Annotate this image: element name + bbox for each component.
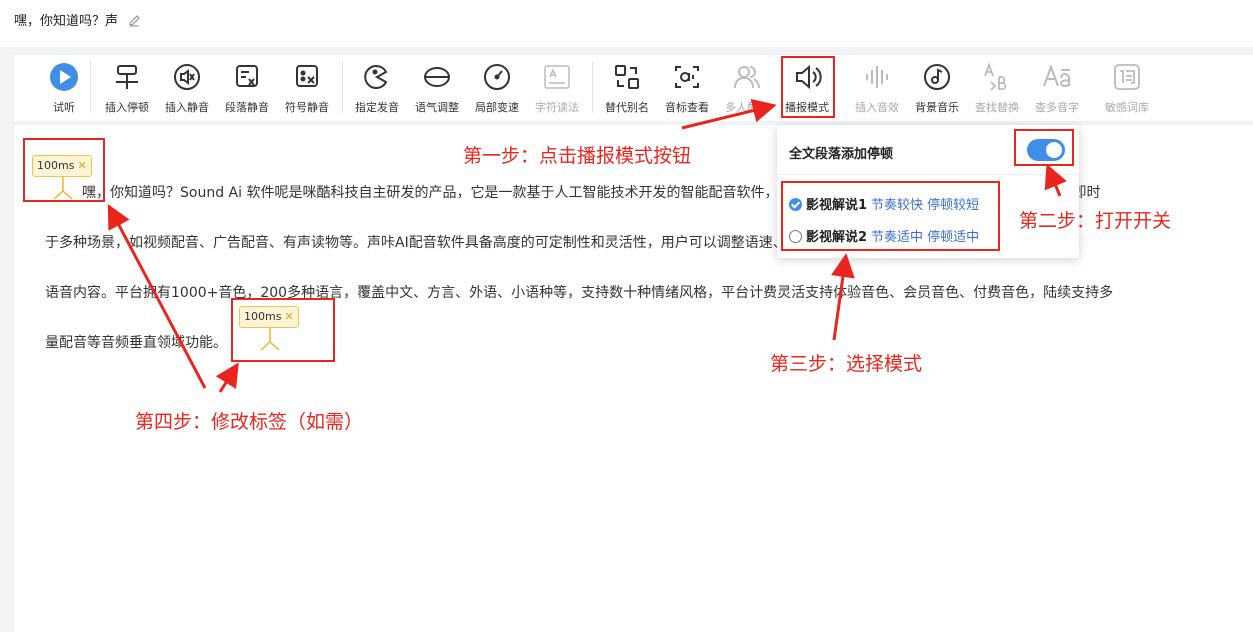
- arrow-step2: [1044, 163, 1067, 197]
- arrow-step4a: [107, 204, 207, 389]
- annotation-arrows: [107, 98, 1067, 393]
- arrow-step1: [681, 98, 777, 130]
- arrow-step3: [831, 253, 855, 341]
- arrow-step4b: [215, 362, 239, 393]
